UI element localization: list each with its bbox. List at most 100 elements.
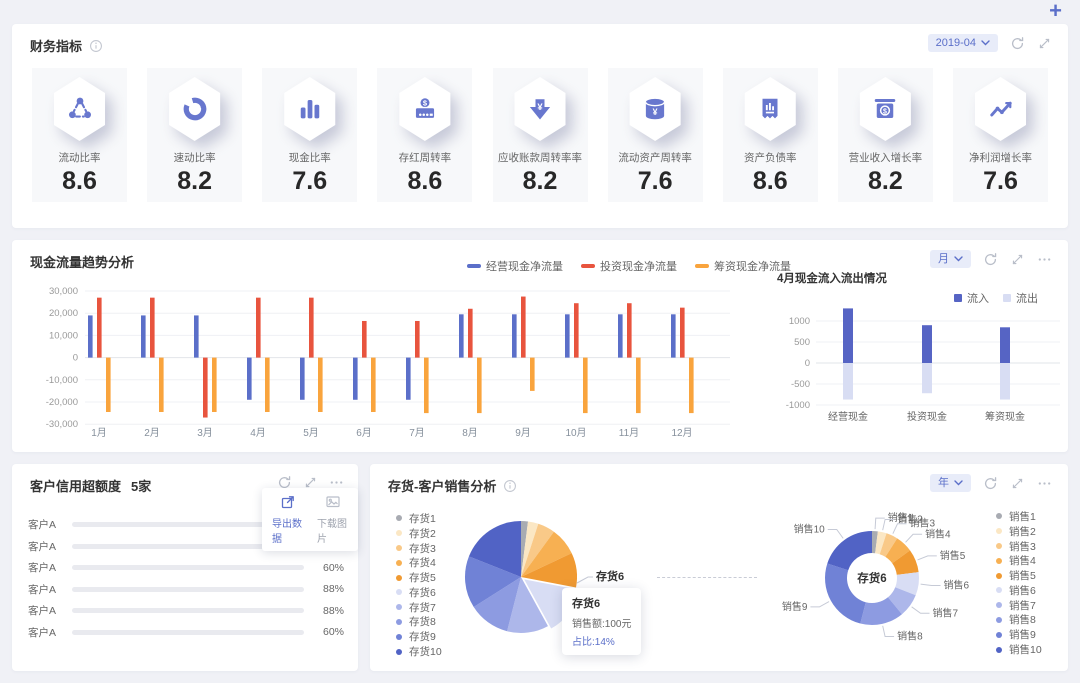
- svg-text:¥: ¥: [653, 107, 658, 117]
- svg-text:8月: 8月: [462, 427, 478, 439]
- cashflow-trend-panel: 现金流量趋势分析 经营现金净流量 投资现金净流量 筹资现金净流量 30,000 20,…: [12, 240, 1068, 452]
- svg-text:-1000: -1000: [786, 400, 810, 411]
- bar-chart-icon: [284, 77, 336, 141]
- legend-item[interactable]: 销售9: [996, 627, 1042, 642]
- legend-dot: [996, 542, 1002, 549]
- legend-dot: [396, 530, 402, 537]
- svg-text:11月: 11月: [619, 427, 639, 439]
- svg-text:3月: 3月: [197, 427, 213, 439]
- hexagon-badge: ¥: [511, 77, 569, 141]
- more-icon[interactable]: [1036, 475, 1052, 491]
- legend-swatch: [467, 264, 481, 268]
- hexagon-badge: [166, 77, 224, 141]
- legend-label: 投资现金净流量: [600, 261, 677, 273]
- period-value: 年: [938, 477, 949, 489]
- bar-流入: [1000, 327, 1010, 363]
- credit-percent: 60%: [322, 561, 344, 574]
- hexagon-badge: [51, 77, 109, 141]
- legend-item[interactable]: 销售5: [996, 568, 1042, 583]
- refresh-icon[interactable]: [1009, 35, 1025, 51]
- legend-item[interactable]: 销售8: [996, 613, 1042, 628]
- metric-label: 流动比率: [58, 152, 101, 164]
- cashflow-trend-chart[interactable]: 30,000 20,000 10,000 0 -10,000 -20,000 -30,000…: [30, 282, 760, 444]
- legend-item[interactable]: 销售10: [996, 642, 1042, 657]
- legend-dot: [996, 631, 1002, 638]
- panel-title: 客户信用超额度: [30, 479, 122, 494]
- svg-text:2月: 2月: [144, 427, 160, 439]
- legend-item[interactable]: 投资现金净流量: [581, 258, 677, 274]
- legend-label: 销售8: [1009, 614, 1036, 627]
- bar-筹资现金净流量: [477, 357, 482, 414]
- svg-text:7月: 7月: [409, 427, 425, 439]
- legend-label: 销售1: [1009, 510, 1036, 523]
- info-icon[interactable]: [502, 478, 518, 494]
- customer-label: 客户A: [28, 562, 57, 575]
- legend-dot: [396, 633, 402, 640]
- metric-label: 存红周转率: [398, 152, 452, 164]
- menu-item-export[interactable]: 导出数据: [272, 494, 303, 545]
- donut-slice-销售10: [827, 531, 872, 571]
- svg-text:10,000: 10,000: [49, 330, 78, 341]
- expand-icon[interactable]: [1009, 251, 1025, 267]
- metric-value: 8.2: [177, 167, 212, 195]
- export-icon: [280, 494, 296, 513]
- menu-item-image[interactable]: 下载图片: [317, 494, 348, 545]
- legend-item[interactable]: 销售4: [996, 553, 1042, 568]
- legend-item[interactable]: 销售3: [996, 539, 1042, 554]
- legend-dot: [396, 544, 402, 551]
- add-widget-button[interactable]: +: [1049, 0, 1062, 24]
- bar-流出: [1000, 363, 1010, 400]
- metric-value: 7.6: [983, 167, 1018, 195]
- legend-label: 销售7: [1009, 599, 1036, 612]
- hexagon-badge: $: [856, 77, 914, 141]
- legend-swatch: [695, 264, 709, 268]
- legend-item[interactable]: 经营现金净流量: [467, 258, 563, 274]
- donut-callout-label: 销售9: [782, 600, 808, 613]
- legend-label: 销售9: [1009, 629, 1036, 642]
- expand-icon[interactable]: [1036, 35, 1052, 51]
- info-icon[interactable]: [88, 38, 104, 54]
- svg-text:0: 0: [73, 353, 78, 364]
- chevron-down-icon: [981, 37, 990, 49]
- date-selector-value: 2019-04: [935, 37, 976, 49]
- date-selector[interactable]: 2019-04: [927, 34, 998, 52]
- legend-item[interactable]: 销售6: [996, 583, 1042, 598]
- expand-icon[interactable]: [1009, 475, 1025, 491]
- period-selector[interactable]: 月: [930, 250, 971, 268]
- storefront-icon: $: [859, 77, 911, 141]
- bar-投资现金净流量: [627, 303, 632, 358]
- legend-label: 销售5: [1009, 570, 1036, 583]
- bar-筹资现金净流量: [583, 357, 588, 414]
- refresh-icon[interactable]: [982, 251, 998, 267]
- legend-label: 存货7: [409, 601, 436, 614]
- hexagon-badge: $: [396, 77, 454, 141]
- metric-value: 8.2: [867, 167, 903, 195]
- more-icon[interactable]: [1036, 251, 1052, 267]
- finance-dashboard: + 财务指标 2019-04 流动比率 8.6 速动比率 8.2 现金比率 7.6 $ 存红周…: [0, 0, 1080, 683]
- bar-经营现金净流量: [88, 315, 93, 358]
- bar-投资现金净流量: [680, 307, 685, 358]
- legend-label: 存货1: [409, 512, 436, 525]
- svg-text:12月: 12月: [671, 427, 692, 439]
- bar-投资现金净流量: [468, 308, 473, 358]
- legend-item[interactable]: 销售2: [996, 524, 1042, 539]
- legend-item[interactable]: 销售7: [996, 598, 1042, 613]
- metric-card: 资产负债率 8.6: [722, 68, 818, 202]
- bar-track: [72, 586, 304, 592]
- customer-label: 客户A: [28, 626, 57, 639]
- metric-value: 8.2: [522, 167, 558, 195]
- legend-dot: [996, 528, 1002, 535]
- svg-text:$: $: [883, 108, 887, 115]
- sales-legend: 销售1 销售2 销售3 销售4 销售5 销售6 销售7 销售8 销售9 销售10: [996, 509, 1042, 657]
- metric-label: 净利润增长率: [969, 152, 1032, 164]
- panel-title: 存货-客户销售分析: [388, 479, 497, 494]
- donut-callout-label: 销售5: [940, 549, 966, 562]
- legend-item[interactable]: 销售1: [996, 509, 1042, 524]
- legend-label: 销售2: [1009, 525, 1036, 538]
- legend-label: 销售10: [1009, 644, 1042, 657]
- bar-筹资现金净流量: [530, 357, 535, 391]
- refresh-icon[interactable]: [982, 475, 998, 491]
- inout-chart[interactable]: 1000 500 0 -500 -1000 经营现金 投资现金 筹资现金: [764, 282, 1068, 432]
- svg-text:1000: 1000: [789, 316, 810, 327]
- bar-经营现金净流量: [300, 357, 305, 400]
